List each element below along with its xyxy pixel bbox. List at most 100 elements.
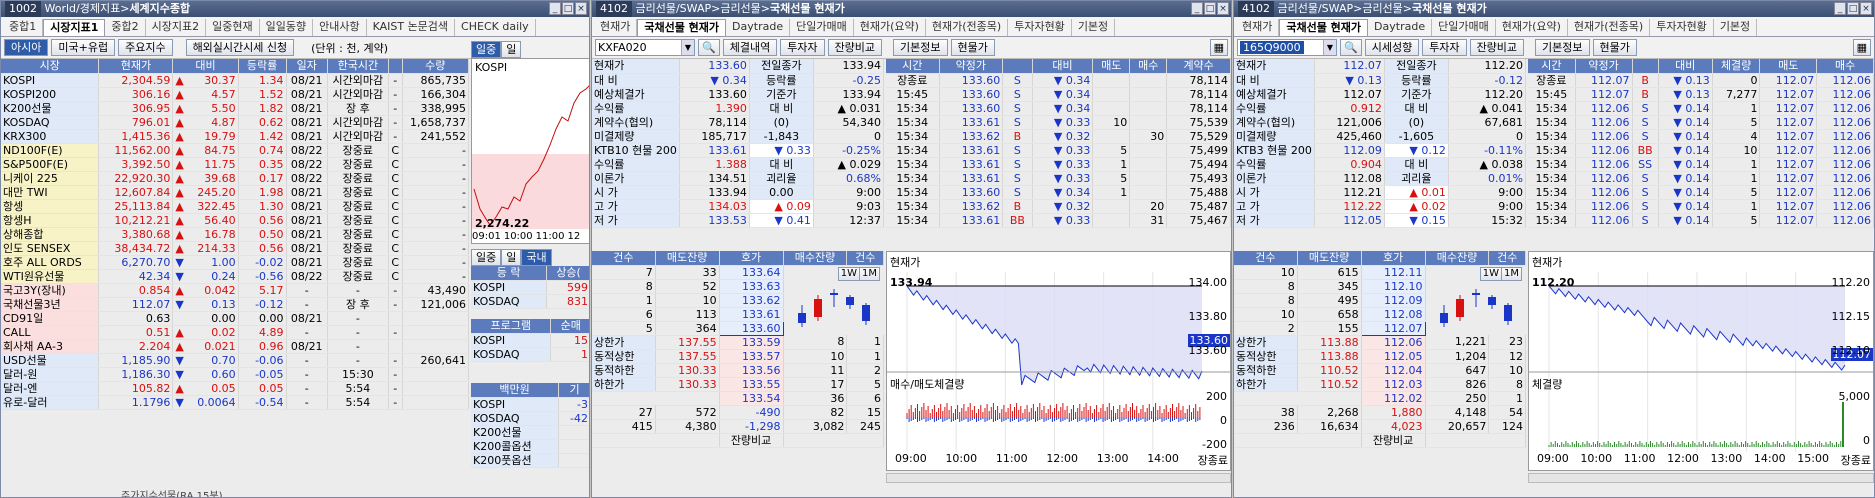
table-row[interactable]: 인도 SENSEX 38,434.72 ▲ 214.33 0.56 08/21 장중료 C - xyxy=(1,241,470,256)
toolbar-button[interactable]: 투자자 xyxy=(1422,39,1467,56)
1w-button[interactable]: 1W xyxy=(1479,267,1502,281)
tick-header[interactable]: 체결량 xyxy=(1712,59,1761,74)
overseas-realtime-button[interactable]: 해외실시간시세 신청 xyxy=(185,39,295,56)
table-row[interactable]: 호주 ALL ORDS 6,270.70 ▼ 1.00 -0.02 08/21 장중료 C - xyxy=(1,255,470,270)
tab-item[interactable]: 기본정 xyxy=(1714,19,1758,36)
close-icon[interactable]: × xyxy=(1860,2,1872,15)
bid-row[interactable]: 동적하한 110.52 112.04 647 10 xyxy=(1234,363,1526,378)
minimize-icon[interactable]: _ xyxy=(549,2,561,15)
tab-item[interactable]: 중합2 xyxy=(105,19,146,36)
toolbar-button[interactable]: 체결내역 xyxy=(722,39,778,56)
tab-item[interactable]: 기본정 xyxy=(1072,19,1116,36)
table-row[interactable]: 유로-달러 1.1796 ▼ 0.0064 -0.54-5:54- xyxy=(1,395,470,410)
column-header[interactable]: 한국시간 xyxy=(327,59,389,74)
code-combo[interactable]: 165Q9000 ▼ xyxy=(1237,39,1337,56)
tab-item[interactable]: 현재가(요약) xyxy=(854,19,926,36)
grid-icon[interactable]: ▦ xyxy=(1209,39,1228,56)
tick-header[interactable]: 계약수 xyxy=(1166,59,1231,74)
1m-button[interactable]: 1M xyxy=(859,267,880,281)
column-header[interactable]: 등락률 xyxy=(238,59,287,74)
tab-daily-2[interactable]: 일 xyxy=(501,249,522,266)
table-row[interactable]: 장종료 133.60 S ▼ 0.34 78,114 xyxy=(886,73,1231,88)
table-row[interactable]: 15:45 133.60 S ▼ 0.34 78,114 xyxy=(886,87,1231,102)
1m-button[interactable]: 1M xyxy=(1501,267,1522,281)
toolbar-button[interactable]: 기본정보 xyxy=(893,39,948,56)
table-row[interactable]: 국고3Y(장내) 0.854 ▲ 0.042 5.17- - -43,490 xyxy=(1,283,470,298)
us-europe-button[interactable]: 미국+유럽 xyxy=(51,39,116,56)
table-row[interactable]: 국채선물3년 112.07 ▼ 0.13 -0.12- 장 후 -121,006 xyxy=(1,297,470,312)
bid-row[interactable]: 133.54 36 6 xyxy=(592,391,884,406)
tick-header[interactable] xyxy=(1632,59,1659,74)
table-row[interactable]: 15:34 112.06 S ▼ 0.14 4 112.07 112.06 xyxy=(1528,129,1874,144)
tick-header[interactable]: 시간 xyxy=(1528,59,1576,74)
minimize-icon[interactable]: _ xyxy=(1191,2,1203,15)
table-row[interactable]: 15:34 133.61 S ▼ 0.33 5 75,493 xyxy=(886,171,1231,186)
table-row[interactable]: 15:34 112.06 S ▼ 0.14 1 112.07 112.06 xyxy=(1528,171,1874,186)
grid-icon[interactable]: ▦ xyxy=(1852,39,1871,56)
tick-header[interactable]: 대비 xyxy=(1658,59,1713,74)
toolbar-button[interactable]: 시세성향 xyxy=(1364,39,1420,56)
tick-header[interactable]: 매도 xyxy=(1759,59,1818,74)
table-row[interactable]: 15:34 112.06 S ▼ 0.14 1 112.07 112.06 xyxy=(1528,101,1874,116)
tab-item[interactable]: Daytrade xyxy=(1368,19,1433,36)
tick-header[interactable]: 약정가 xyxy=(939,59,1004,74)
maximize-icon[interactable]: □ xyxy=(562,2,574,15)
tab-item[interactable]: 현재가 xyxy=(594,19,638,36)
title-bar[interactable]: 1002 World/경제지표>세계지수종합 _ □ × xyxy=(1,1,589,17)
column-header[interactable] xyxy=(388,59,403,74)
1w-button[interactable]: 1W xyxy=(837,267,860,281)
table-row[interactable]: KOSPI 2,304.59 ▲ 30.37 1.34 08/21 시간외마감 -865,73… xyxy=(1,73,470,88)
table-row[interactable]: 15:34 133.62 B ▼ 0.32 30 75,529 xyxy=(886,129,1231,144)
chevron-down-icon[interactable]: ▼ xyxy=(1323,40,1336,55)
tab-item[interactable]: 일일동향 xyxy=(260,19,314,36)
tab-item[interactable]: Daytrade xyxy=(726,19,791,36)
column-header[interactable]: 일자 xyxy=(286,59,328,74)
bid-row[interactable]: 하한가 110.52 112.03 826 8 xyxy=(1234,377,1526,392)
tab-item[interactable]: CHECK daily xyxy=(455,19,536,36)
tab-item[interactable]: 시장지표2 xyxy=(146,19,207,36)
table-row[interactable]: USD선물 1,185.90 ▼ 0.70 -0.06- - -260,641 xyxy=(1,353,470,368)
table-row[interactable]: K200선물 306.95 ▲ 5.50 1.82 08/21 장 후 -338,995 xyxy=(1,101,470,116)
table-row[interactable]: 항셍H 10,212.21 ▲ 56.40 0.56 08/21 장중료 C - xyxy=(1,213,470,228)
toolbar-button[interactable]: 현물가 xyxy=(950,39,995,56)
tick-header[interactable]: 대비 xyxy=(1032,59,1094,74)
toolbar-button[interactable]: 잔량비교 xyxy=(1469,39,1525,56)
table-row[interactable]: 15:34 133.61 BB ▼ 0.33 31 75,467 xyxy=(886,213,1231,228)
toolbar-button[interactable]: 잔량비교 xyxy=(827,39,883,56)
tab-item[interactable]: 단일가매매 xyxy=(1432,19,1496,36)
table-row[interactable]: 항셍 25,113.84 ▲ 322.45 1.30 08/21 장중료 C - xyxy=(1,199,470,214)
tick-header[interactable]: 매수 xyxy=(1129,59,1168,74)
table-row[interactable]: 니케이 225 22,920.30 ▲ 39.68 0.17 08/22 장중료 C - xyxy=(1,171,470,186)
table-row[interactable]: 달러-엔 105.82 ▲ 0.05 0.05-5:54- xyxy=(1,381,470,396)
table-row[interactable]: 15:34 112.06 SS ▼ 0.14 1 112.07 112.06 xyxy=(1528,157,1874,172)
tab-intraday-2[interactable]: 일중 xyxy=(471,249,502,266)
tab-item[interactable]: 중합1 xyxy=(3,19,44,36)
table-row[interactable]: 15:34 133.60 S ▼ 0.34 78,114 xyxy=(886,101,1231,116)
bid-row[interactable]: 하한가 130.33 133.55 17 5 xyxy=(592,377,884,392)
table-row[interactable]: S&P500F(E) 3,392.50 ▲ 11.75 0.35 08/22 장중료 C - xyxy=(1,157,470,172)
tab-item[interactable]: 국채선물 현재가 xyxy=(637,19,727,36)
close-icon[interactable]: × xyxy=(575,2,587,15)
major-index-button[interactable]: 주요지수 xyxy=(118,39,173,56)
table-row[interactable]: 대만 TWI 12,607.84 ▲ 245.20 1.98 08/21 장중료 C - xyxy=(1,185,470,200)
search-icon[interactable]: 🔍 xyxy=(698,39,720,56)
table-row[interactable]: KRX300 1,415.36 ▲ 19.79 1.42 08/21 시간외마감 -241,5… xyxy=(1,129,470,144)
tick-header[interactable]: 시간 xyxy=(886,59,940,74)
table-row[interactable]: 회사채 AA-3 2.204 ▲ 0.021 0.96 08/21- xyxy=(1,339,470,354)
tab-item[interactable]: 단일가매매 xyxy=(790,19,854,36)
table-row[interactable]: 15:34 133.61 S ▼ 0.33 5 75,499 xyxy=(886,143,1231,158)
table-row[interactable]: WTI원유선물 42.34 ▼ 0.24 -0.56 08/22 장중료 C - xyxy=(1,269,470,284)
tick-header[interactable]: 매수 xyxy=(1816,59,1874,74)
table-row[interactable]: 장종료 112.07 B ▼ 0.13 0 112.07 112.06 xyxy=(1528,73,1874,88)
table-row[interactable]: 15:34 133.61 S ▼ 0.33 10 75,539 xyxy=(886,115,1231,130)
table-row[interactable]: 15:34 112.06 S ▼ 0.14 5 112.07 112.06 xyxy=(1528,115,1874,130)
table-row[interactable]: 15:34 112.06 S ▼ 0.14 1 112.07 112.06 xyxy=(1528,199,1874,214)
tab-item[interactable]: 투자자현황 xyxy=(1008,19,1072,36)
tab-intraday[interactable]: 일중 xyxy=(471,41,502,58)
tab-item[interactable]: 현재가(요약) xyxy=(1496,19,1568,36)
tab-item[interactable]: 현재가 xyxy=(1236,19,1280,36)
search-icon[interactable]: 🔍 xyxy=(1340,39,1362,56)
tab-daily[interactable]: 일 xyxy=(501,41,522,58)
table-row[interactable]: 15:34 133.60 S ▼ 0.34 1 75,488 xyxy=(886,185,1231,200)
tab-item[interactable]: 시장지표1 xyxy=(43,19,106,36)
